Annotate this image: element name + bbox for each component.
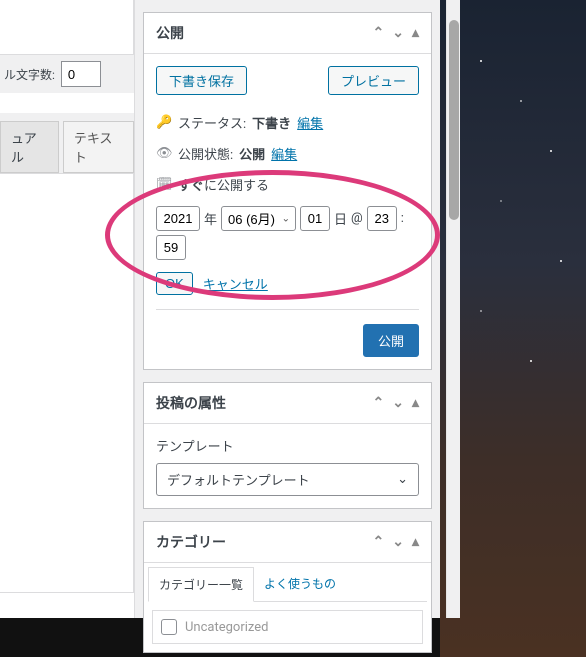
visibility-value: 公開 xyxy=(239,144,265,163)
chevron-up-icon[interactable]: ⌃ xyxy=(373,25,385,41)
attributes-metabox: 投稿の属性 ⌃ ⌄ ▴ テンプレート デフォルトテンプレート ⌄ xyxy=(143,382,432,509)
publish-on-suffix: に公開する xyxy=(204,179,269,194)
publish-metabox: 公開 ⌃ ⌄ ▴ 下書き保存 プレビュー 🔑 ステータス: 下書き 編集 xyxy=(143,12,432,370)
chevron-up-icon[interactable]: ⌃ xyxy=(373,395,385,411)
scroll-track[interactable] xyxy=(446,0,460,618)
tab-visual[interactable]: ュアル xyxy=(0,121,59,173)
caret-up-icon[interactable]: ▴ xyxy=(412,25,419,41)
year-suffix: 年 xyxy=(204,209,217,228)
chevron-down-icon[interactable]: ⌄ xyxy=(392,395,404,411)
month-select[interactable] xyxy=(221,206,296,231)
visibility-icon: 👁 xyxy=(156,146,172,161)
minute-input[interactable] xyxy=(156,235,186,260)
template-select[interactable]: デフォルトテンプレート ⌄ xyxy=(156,463,419,496)
attributes-title: 投稿の属性 xyxy=(156,393,226,413)
publish-button[interactable]: 公開 xyxy=(363,324,419,357)
category-tab-popular[interactable]: よく使うもの xyxy=(254,567,346,601)
cancel-link[interactable]: キャンセル xyxy=(203,274,268,293)
day-suffix: 日 xyxy=(334,209,347,228)
tab-text[interactable]: テキスト xyxy=(63,121,134,173)
edit-visibility-link[interactable]: 編集 xyxy=(271,144,297,163)
key-icon: 🔑 xyxy=(156,115,172,130)
calendar-icon: 🗓 xyxy=(156,177,172,192)
publish-title: 公開 xyxy=(156,23,184,43)
year-input[interactable] xyxy=(156,206,200,231)
categories-title: カテゴリー xyxy=(156,532,226,552)
ok-button[interactable]: OK xyxy=(156,272,193,295)
category-tab-all[interactable]: カテゴリー一覧 xyxy=(148,567,254,602)
day-input[interactable] xyxy=(300,206,330,231)
title-input-area[interactable] xyxy=(0,0,134,55)
list-item[interactable]: Uncategorized xyxy=(161,619,414,635)
template-value: デフォルトテンプレート xyxy=(167,470,310,489)
visibility-label: 公開状態: xyxy=(178,144,233,163)
editor-content[interactable] xyxy=(0,173,134,593)
hour-input[interactable] xyxy=(367,206,397,231)
preview-button[interactable]: プレビュー xyxy=(328,66,419,95)
chevron-up-icon[interactable]: ⌃ xyxy=(373,534,385,550)
chevron-down-icon[interactable]: ⌄ xyxy=(392,25,404,41)
caret-up-icon[interactable]: ▴ xyxy=(412,395,419,411)
wordcount-input[interactable] xyxy=(61,61,101,87)
categories-metabox: カテゴリー ⌃ ⌄ ▴ カテゴリー一覧 よく使うもの Uncategorized xyxy=(143,521,432,653)
checkbox-uncategorized[interactable] xyxy=(161,619,177,635)
chevron-down-icon[interactable]: ⌄ xyxy=(392,534,404,550)
category-uncategorized-label: Uncategorized xyxy=(185,620,268,635)
template-label: テンプレート xyxy=(156,436,419,455)
publish-on-prefix: すぐ xyxy=(178,179,204,194)
chevron-down-icon: ⌄ xyxy=(397,472,408,487)
time-separator: : xyxy=(401,211,404,226)
at-symbol: @ xyxy=(351,211,363,226)
caret-up-icon[interactable]: ▴ xyxy=(412,534,419,550)
status-label: ステータス: xyxy=(178,113,246,132)
wordcount-label: ル文字数: xyxy=(4,66,55,83)
edit-status-link[interactable]: 編集 xyxy=(297,113,323,132)
save-draft-button[interactable]: 下書き保存 xyxy=(156,66,247,95)
status-value: 下書き xyxy=(252,113,291,132)
scroll-thumb[interactable] xyxy=(449,20,459,220)
